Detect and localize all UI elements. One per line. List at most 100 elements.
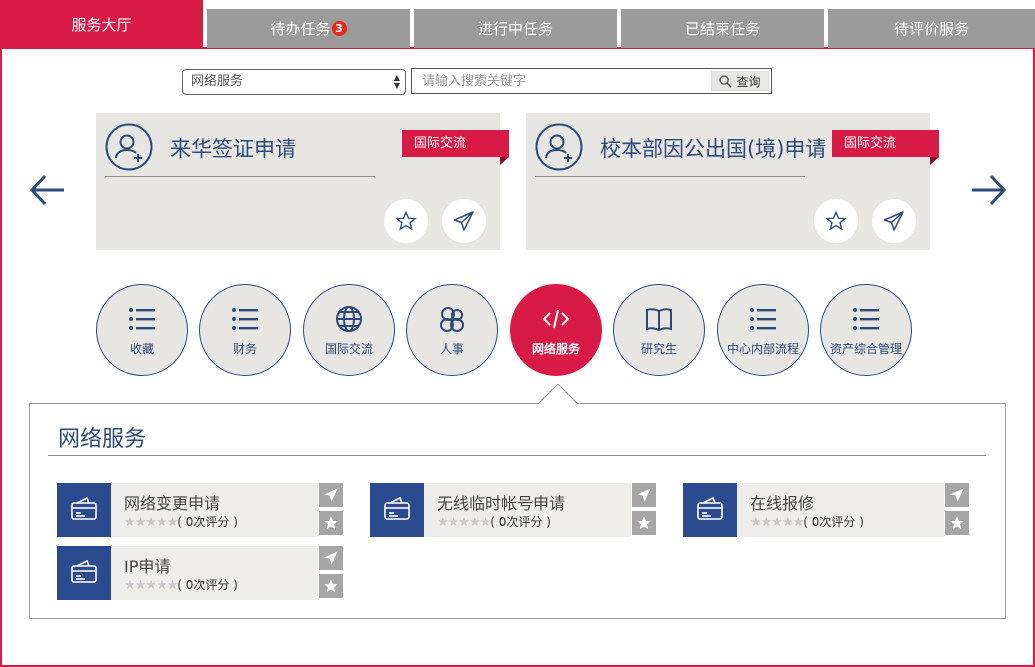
service-icon-box [370, 483, 424, 537]
category-international[interactable]: 国际交流 [303, 284, 395, 376]
section-title: 网络服务 [58, 427, 147, 452]
category-graduate[interactable]: 研究生 [613, 284, 705, 376]
search-input[interactable] [412, 69, 702, 93]
card-title: 来华签证申请 [170, 137, 296, 161]
tab-label: 待办任务 [270, 20, 331, 38]
card-icon [71, 496, 97, 520]
paper-plane-icon [637, 488, 651, 502]
service-item[interactable]: 无线临时帐号申请 ★★★★★( 0次评分 ) [370, 483, 657, 537]
rating-count: ( 0次评分 ) [177, 578, 238, 592]
favorite-button[interactable] [632, 511, 656, 535]
featured-card[interactable]: 来华签证申请 国际交流 [96, 113, 509, 250]
service-name: 无线临时帐号申请 [437, 494, 566, 513]
rating-count: ( 0次评分 ) [177, 515, 238, 529]
send-button[interactable] [945, 483, 969, 507]
send-button[interactable] [319, 546, 343, 570]
service-item[interactable]: 在线报修 ★★★★★( 0次评分 ) [683, 483, 970, 537]
rating-stars: ★★★★★ [437, 515, 491, 530]
user-add-icon [535, 123, 583, 171]
service-item[interactable]: IP申请 ★★★★★( 0次评分 ) [57, 546, 344, 600]
rating-stars: ★★★★★ [124, 578, 178, 593]
send-button[interactable] [872, 199, 916, 243]
rating-stars: ★★★★★ [124, 515, 178, 530]
star-icon [825, 210, 847, 231]
code-icon [542, 309, 570, 328]
tab-label: 进行中任务 [477, 20, 553, 38]
arrow-left-icon[interactable] [28, 170, 68, 210]
category-label: 财务 [232, 341, 257, 356]
paper-plane-icon [324, 488, 338, 502]
tab-bar: 服务大厅 待办任务 3 进行中任务 已结束任务 待评价服务 [0, 0, 1035, 48]
category-favorites[interactable]: 收藏 [96, 284, 188, 376]
service-icon-box [683, 483, 737, 537]
service-rating: ★★★★★( 0次评分 ) [124, 513, 238, 530]
category-asset-management[interactable]: 资产综合管理 [820, 284, 912, 376]
service-body: 无线临时帐号申请 ★★★★★( 0次评分 ) [424, 483, 631, 537]
send-button[interactable] [442, 199, 486, 243]
service-name: 网络变更申请 [124, 494, 221, 513]
book-icon [646, 307, 672, 331]
favorite-button[interactable] [814, 199, 858, 243]
service-item[interactable]: 网络变更申请 ★★★★★( 0次评分 ) [57, 483, 344, 537]
favorite-button[interactable] [945, 511, 969, 535]
category-hr[interactable]: 人事 [406, 284, 498, 376]
paper-plane-icon [883, 211, 904, 231]
category-label: 中心内部流程 [726, 341, 799, 356]
list-icon [750, 307, 776, 330]
category-internal-process[interactable]: 中心内部流程 [717, 284, 809, 376]
search-button-label: 查询 [736, 74, 761, 89]
category-tag: 国际交流 [832, 130, 939, 165]
category-label: 资产综合管理 [829, 341, 902, 356]
service-name: IP申请 [124, 557, 171, 576]
search-icon [719, 74, 733, 88]
star-icon [324, 516, 338, 529]
tab-todo[interactable]: 待办任务 3 [207, 9, 410, 48]
service-body: IP申请 ★★★★★( 0次评分 ) [111, 546, 318, 600]
category-finance[interactable]: 财务 [199, 284, 291, 376]
category-label: 人事 [439, 341, 464, 356]
card-divider [105, 176, 375, 177]
rating-count: ( 0次评分 ) [803, 515, 864, 529]
service-icon-box [57, 546, 111, 600]
search-box: 查询 [411, 68, 772, 94]
star-icon [395, 210, 417, 231]
tab-finished[interactable]: 已结束任务 [621, 9, 824, 48]
tab-label: 服务大厅 [71, 15, 132, 34]
search-button[interactable]: 查询 [711, 71, 769, 91]
tab-to-evaluate[interactable]: 待评价服务 [828, 9, 1035, 48]
card-divider [535, 176, 805, 177]
people-icon [440, 306, 464, 332]
select-value: 网络服务 [191, 74, 244, 89]
list-icon [853, 307, 879, 330]
paper-plane-icon [324, 551, 338, 565]
service-hall-page: 服务大厅 待办任务3 进行中任务 已结束任务 待评价服务 网络服务 ▲▼ 查询 … [0, 0, 1035, 667]
featured-card[interactable]: 校本部因公出国(境)申请 国际交流 [526, 113, 939, 250]
service-rating: ★★★★★( 0次评分 ) [750, 513, 864, 530]
service-rating: ★★★★★( 0次评分 ) [437, 513, 551, 530]
rating-count: ( 0次评分 ) [490, 515, 551, 529]
favorite-button[interactable] [319, 574, 343, 598]
favorite-button[interactable] [319, 511, 343, 535]
category-label: 网络服务 [531, 341, 580, 356]
list-icon [129, 307, 155, 330]
card-icon [71, 559, 97, 583]
globe-icon [336, 305, 362, 332]
tab-label: 已结束任务 [684, 20, 760, 38]
favorite-button[interactable] [384, 199, 428, 243]
select-arrows-icon: ▲ ▼ [393, 73, 400, 90]
star-icon [637, 516, 651, 529]
send-button[interactable] [632, 483, 656, 507]
send-button[interactable] [319, 483, 343, 507]
category-network[interactable]: 网络服务 [510, 284, 602, 376]
service-icon-box [57, 483, 111, 537]
service-body: 在线报修 ★★★★★( 0次评分 ) [737, 483, 944, 537]
section-divider [48, 455, 986, 456]
tab-service-hall[interactable]: 服务大厅 [0, 0, 203, 48]
category-label: 研究生 [640, 341, 677, 356]
tab-in-progress[interactable]: 进行中任务 [414, 9, 617, 48]
todo-count-badge: 3 [331, 21, 347, 36]
list-icon [232, 307, 258, 330]
card-icon [384, 496, 410, 520]
category-select[interactable]: 网络服务 ▲ ▼ [182, 69, 406, 95]
arrow-right-icon[interactable] [968, 170, 1008, 210]
